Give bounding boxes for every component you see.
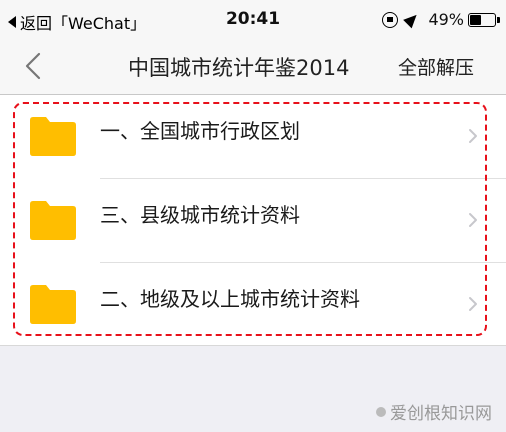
chevron-left-icon — [25, 52, 41, 80]
chevron-right-icon — [469, 213, 477, 227]
list-item-label: 二、地级及以上城市统计资料 — [100, 287, 360, 311]
list-item-label: 三、县级城市统计资料 — [100, 203, 300, 227]
folder-icon — [30, 201, 76, 240]
location-arrow-icon — [403, 10, 422, 29]
folder-icon — [30, 285, 76, 324]
extract-all-button[interactable]: 全部解压 — [398, 53, 474, 80]
battery-icon — [468, 12, 500, 27]
battery-level — [470, 14, 481, 25]
list-item[interactable]: 一、全国城市行政区划 — [0, 95, 506, 179]
list-item-label: 一、全国城市行政区划 — [100, 119, 300, 143]
watermark: 爱创根知识网 — [376, 399, 492, 424]
page-title: 中国城市统计年鉴2014 — [128, 56, 350, 80]
status-indicators: 49% — [382, 10, 500, 29]
status-bar: 返回「WeChat」 20:41 49% — [0, 0, 506, 38]
battery-nub — [497, 16, 500, 23]
list-item[interactable]: 三、县级城市统计资料 — [0, 179, 506, 263]
rotation-lock-icon — [382, 11, 399, 28]
list-item[interactable]: 二、地级及以上城市统计资料 — [0, 263, 506, 347]
navigation-bar: 中国城市统计年鉴2014 全部解压 — [0, 38, 506, 95]
folder-list: 一、全国城市行政区划 三、县级城市统计资料 二、地级及以上城市统计资料 — [0, 95, 506, 346]
watermark-logo-icon — [376, 406, 386, 417]
battery-percent: 49% — [428, 10, 464, 29]
back-button[interactable] — [22, 52, 48, 80]
chevron-right-icon — [469, 129, 477, 143]
watermark-text: 爱创根知识网 — [390, 404, 492, 424]
folder-icon — [30, 117, 76, 156]
chevron-right-icon — [469, 297, 477, 311]
